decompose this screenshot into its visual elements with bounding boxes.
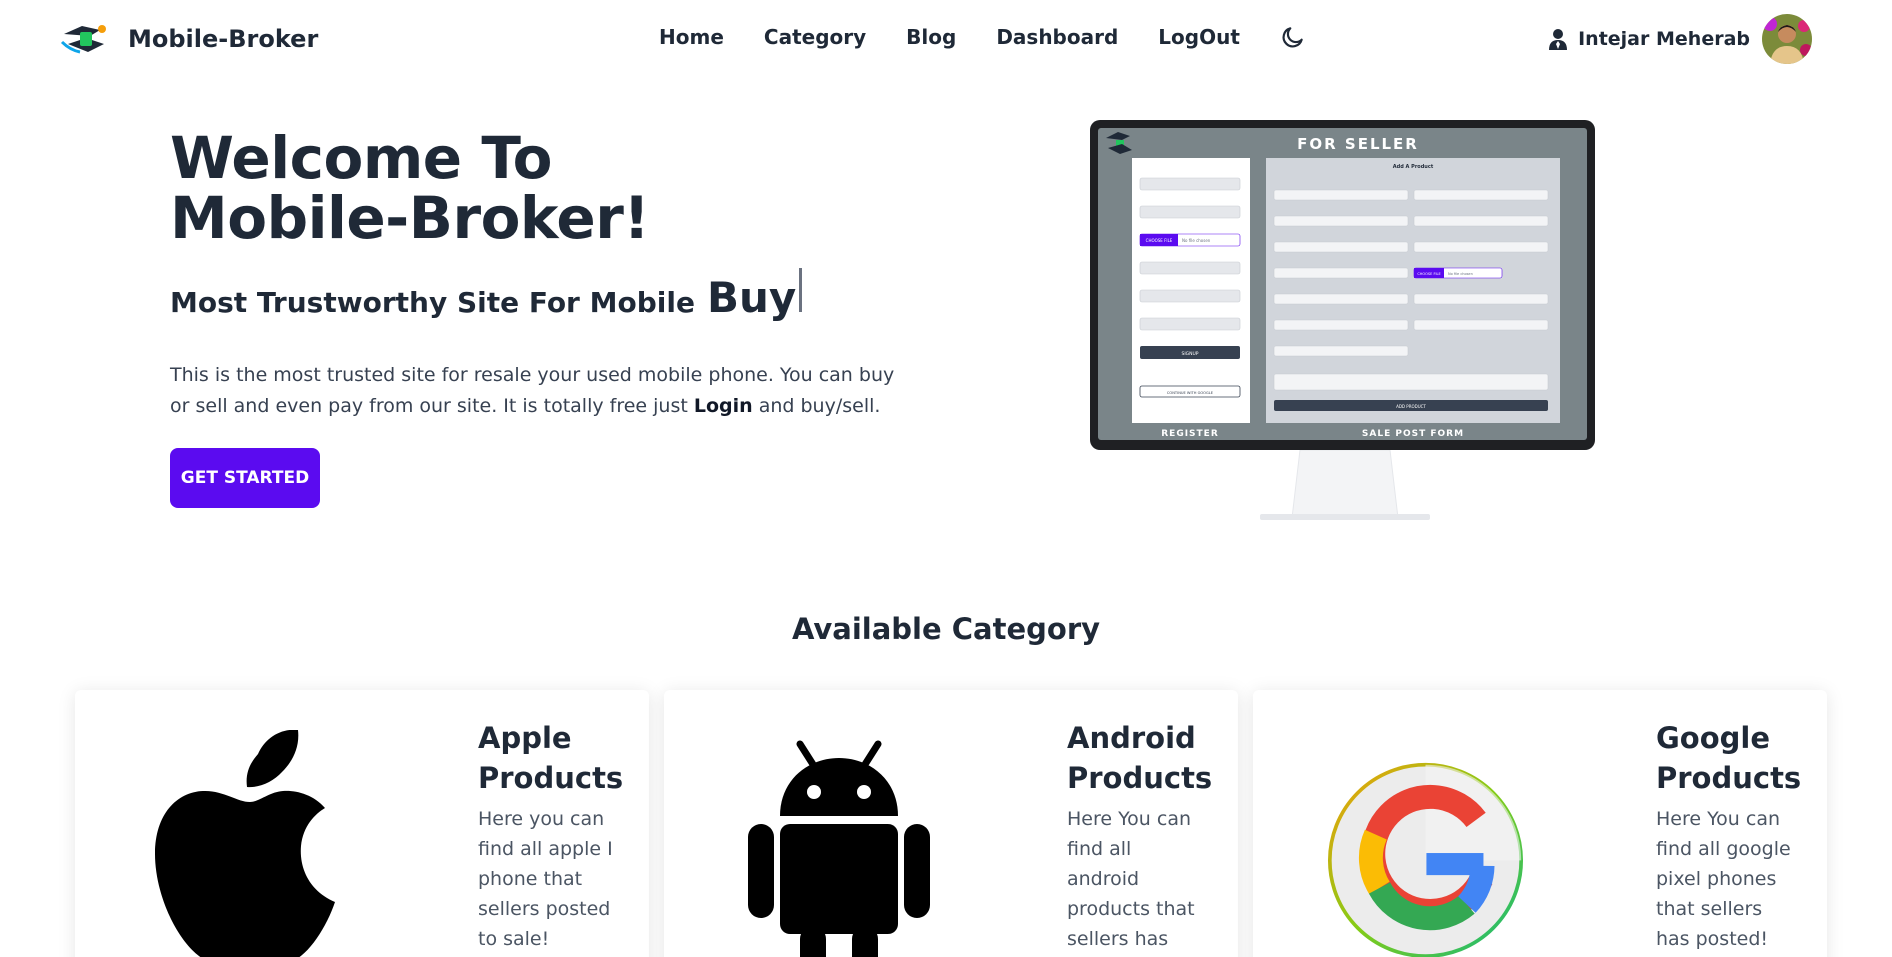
apple-icon xyxy=(155,730,335,957)
hero-monitor-image: FOR SELLER CHOOSE FILE No file chosen SI… xyxy=(1090,120,1595,520)
brand[interactable]: Mobile-Broker xyxy=(60,20,318,58)
moon-icon[interactable] xyxy=(1280,24,1306,50)
monitor-banner-text: FOR SELLER xyxy=(1297,135,1419,153)
hero-subtitle-text: Most Trustworthy Site For Mobile xyxy=(170,286,695,319)
card-text: Here You can find all android products t… xyxy=(1067,808,1195,950)
hero-subtitle: Most Trustworthy Site For Mobile Buy xyxy=(170,268,803,322)
category-card-apple[interactable]: Apple Products Here you can find all app… xyxy=(75,690,649,957)
navbar: Mobile-Broker Home Category Blog Dashboa… xyxy=(0,0,1892,78)
avatar-image xyxy=(1762,14,1812,64)
hero-description: This is the most trusted site for resale… xyxy=(170,360,910,422)
card-title: Apple Products xyxy=(478,721,624,795)
get-started-button[interactable]: GET STARTED xyxy=(170,448,320,508)
monitor-choose-file-left: CHOOSE FILE xyxy=(1146,238,1173,243)
category-card-android[interactable]: Android Products Here You can find all a… xyxy=(664,690,1238,957)
card-text: Here you can find all apple I phone that… xyxy=(478,808,613,950)
monitor-choose-file-right: CHOOSE FILE xyxy=(1417,272,1440,276)
monitor-no-file-left: No file chosen xyxy=(1182,238,1211,243)
hero-description-login: Login xyxy=(693,395,753,417)
user-icon xyxy=(1549,29,1568,50)
category-card-google[interactable]: Google Products Here You can find all go… xyxy=(1253,690,1827,957)
nav-dashboard[interactable]: Dashboard xyxy=(996,25,1118,49)
hero-description-part2: and buy/sell. xyxy=(758,395,881,417)
avatar[interactable] xyxy=(1762,14,1812,64)
monitor-signup-button: SIGNUP xyxy=(1181,351,1198,357)
nav-blog[interactable]: Blog xyxy=(906,25,956,49)
typed-cursor xyxy=(799,268,803,312)
monitor-add-product-button: ADD PRODUCT xyxy=(1396,404,1426,409)
card-title: Android Products xyxy=(1067,721,1213,795)
card-title: Google Products xyxy=(1656,721,1802,795)
category-title: Available Category xyxy=(791,612,1101,646)
monitor-no-file-right: No file chosen xyxy=(1448,272,1473,276)
nav-logout[interactable]: LogOut xyxy=(1158,25,1240,49)
monitor-google-button: CONTINUE WITH GOOGLE xyxy=(1167,391,1214,395)
monitor-form-title: Add A Product xyxy=(1393,164,1434,170)
nav-category[interactable]: Category xyxy=(764,25,866,49)
monitor-sale-caption: SALE POST FORM xyxy=(1362,429,1464,439)
nav-home[interactable]: Home xyxy=(659,25,724,49)
brand-name: Mobile-Broker xyxy=(128,25,319,53)
card-text: Here You can find all google pixel phone… xyxy=(1656,808,1791,950)
hero-title: Welcome To Mobile-Broker! xyxy=(170,124,650,252)
android-icon xyxy=(748,740,930,957)
user-name: Intejar Meherab xyxy=(1578,28,1750,50)
user-area: Intejar Meherab xyxy=(1548,14,1812,64)
nav-links: Home Category Blog Dashboard LogOut xyxy=(659,24,1306,50)
typed-word: Buy xyxy=(706,273,797,322)
logo-icon xyxy=(60,25,106,54)
google-icon xyxy=(1328,762,1523,957)
monitor-register-caption: REGISTER xyxy=(1161,429,1219,439)
